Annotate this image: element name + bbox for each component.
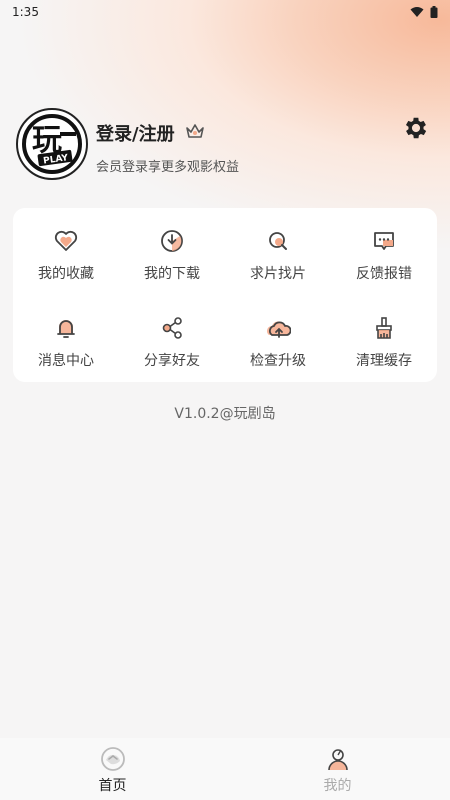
version-text: V1.0.2@玩剧岛: [174, 406, 276, 422]
menu-item-label: 我的下载: [144, 266, 200, 282]
tab-label: 首页: [98, 778, 127, 794]
login-register-link[interactable]: 登录/注册: [96, 120, 205, 146]
tab-home[interactable]: 首页: [0, 738, 225, 800]
menu-card: 我的收藏 我的下载 求片找片 反馈报错 消息中心 分享好友 检查升级 清理缓存: [13, 208, 437, 382]
battery-icon: [430, 6, 438, 18]
menu-item-feedback[interactable]: 反馈报错: [331, 208, 437, 295]
share-icon: [162, 317, 182, 339]
heart-icon: [54, 230, 78, 251]
bell-icon: [57, 320, 75, 338]
menu-item-downloads[interactable]: 我的下载: [119, 208, 225, 295]
feedback-icon: [374, 232, 394, 250]
avatar-logo-image: 玩 PLAY: [19, 111, 85, 177]
bottom-tab-bar: 首页 我的: [0, 738, 450, 800]
menu-item-favorites[interactable]: 我的收藏: [13, 208, 119, 295]
cloud-upload-icon: [267, 321, 291, 338]
gear-icon[interactable]: [402, 114, 430, 142]
menu-item-check-update[interactable]: 检查升级: [225, 295, 331, 382]
menu-item-messages[interactable]: 消息中心: [13, 295, 119, 382]
profile-icon: [327, 749, 348, 771]
menu-item-label: 清理缓存: [356, 353, 412, 369]
wifi-icon: [410, 7, 424, 17]
login-subtitle: 会员登录享更多观影权益: [96, 160, 240, 175]
status-time: 1:35: [12, 5, 39, 19]
menu-item-label: 检查升级: [250, 353, 306, 369]
menu-item-label: 分享好友: [144, 353, 200, 369]
settings-button[interactable]: [402, 114, 430, 142]
brush-icon: [376, 317, 392, 339]
menu-item-request-movie[interactable]: 求片找片: [225, 208, 331, 295]
profile-header: 玩 PLAY 登录/注册 会员登录享更多观影权益: [16, 108, 436, 182]
search-icon: [269, 232, 287, 250]
tab-label: 我的: [323, 778, 352, 794]
menu-item-clear-cache[interactable]: 清理缓存: [331, 295, 437, 382]
status-bar: 1:35: [0, 0, 450, 24]
login-title[interactable]: 登录/注册: [96, 120, 175, 146]
crown-icon: [185, 123, 205, 144]
home-icon: [100, 747, 125, 771]
menu-item-label: 反馈报错: [356, 266, 412, 282]
menu-item-label: 求片找片: [250, 266, 306, 282]
menu-item-share[interactable]: 分享好友: [119, 295, 225, 382]
download-icon: [161, 230, 183, 252]
avatar[interactable]: 玩 PLAY: [16, 108, 88, 180]
tab-mine[interactable]: 我的: [225, 738, 450, 800]
menu-item-label: 消息中心: [38, 353, 94, 369]
menu-item-label: 我的收藏: [38, 266, 94, 282]
